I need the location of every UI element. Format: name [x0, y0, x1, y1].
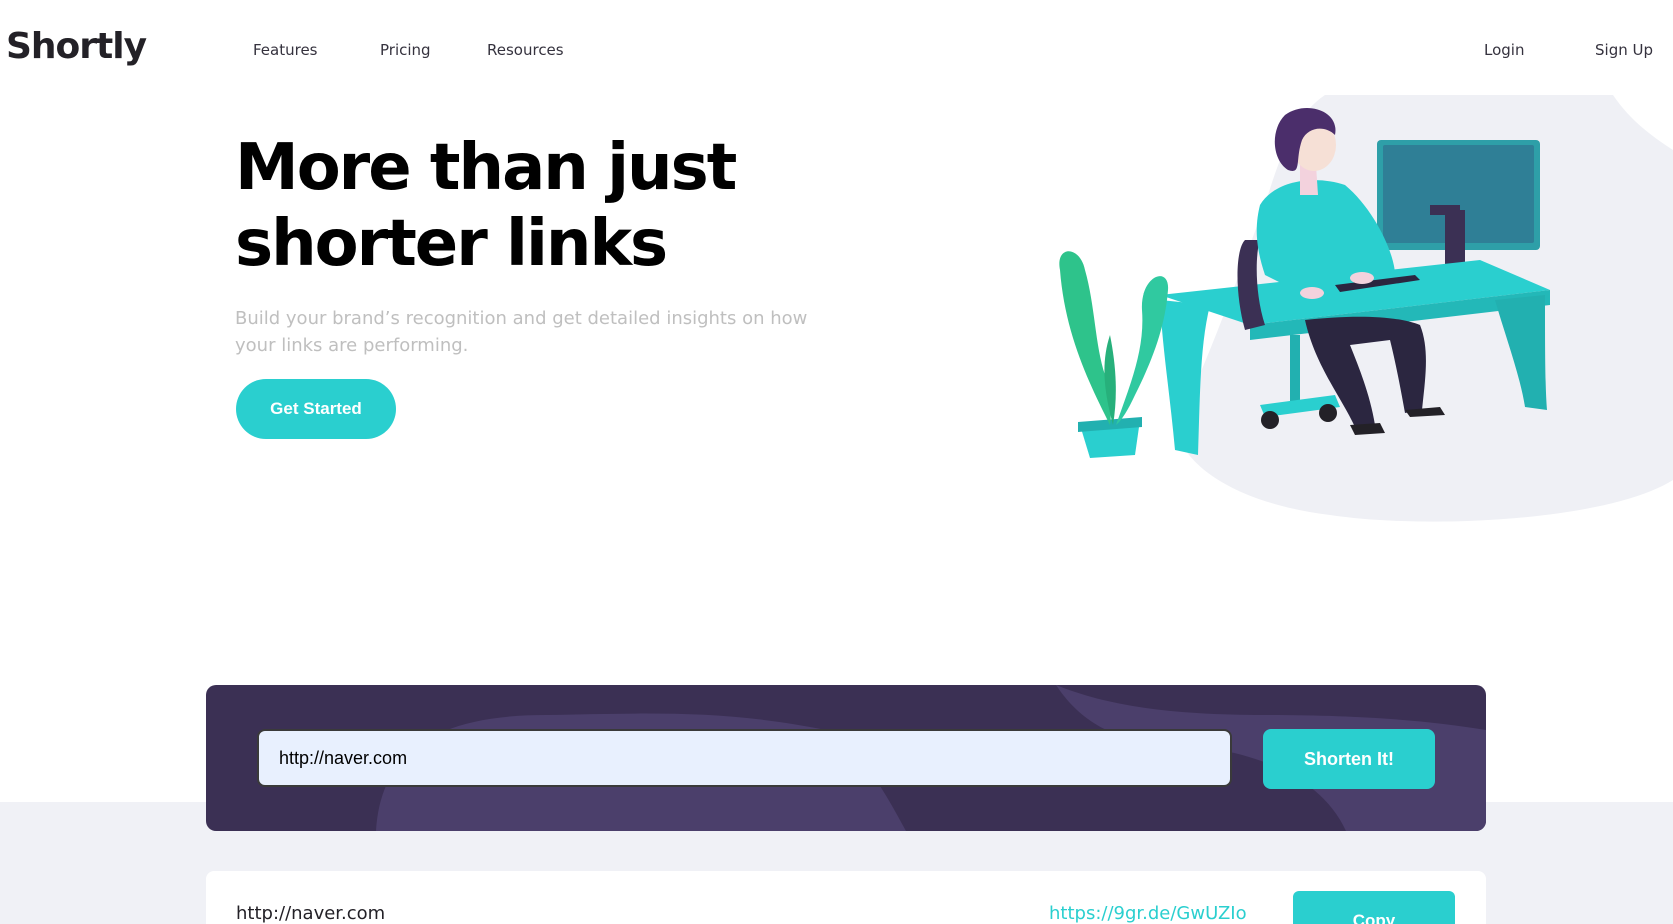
result-short-url[interactable]: https://9gr.de/GwUZIo — [1049, 903, 1247, 924]
hero-subtitle: Build your brand’s recognition and get d… — [235, 308, 808, 356]
nav-login[interactable]: Login — [1484, 41, 1524, 59]
result-original-url: http://naver.com — [236, 903, 386, 924]
nav-pricing[interactable]: Pricing — [380, 41, 431, 59]
url-input[interactable] — [257, 729, 1232, 787]
logo[interactable]: Shortly — [6, 26, 147, 67]
result-row: http://naver.com https://9gr.de/GwUZIo C… — [206, 871, 1486, 924]
person-working-illustration — [1059, 95, 1673, 522]
nav-features[interactable]: Features — [253, 41, 318, 59]
nav-signup[interactable]: Sign Up — [1595, 41, 1653, 59]
shorten-button[interactable]: Shorten It! — [1263, 729, 1435, 789]
get-started-button[interactable]: Get Started — [236, 379, 396, 439]
nav-resources[interactable]: Resources — [487, 41, 564, 59]
copy-button[interactable]: Copy — [1293, 891, 1455, 924]
hero-title: More than just shorter links — [235, 131, 737, 281]
shorten-panel: Shorten It! — [206, 685, 1486, 831]
